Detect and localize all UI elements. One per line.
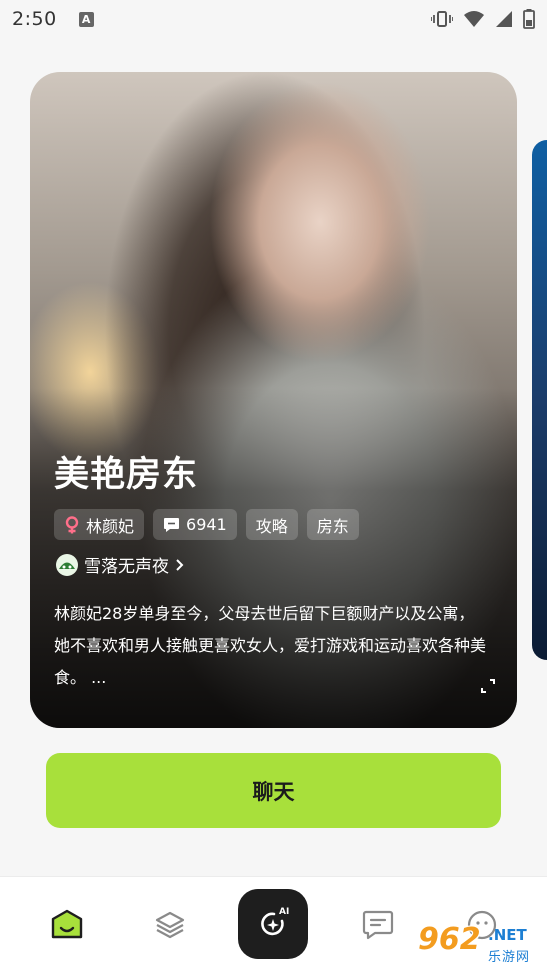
author-name: 雪落无声夜 [84, 557, 169, 577]
chat-button[interactable]: 聊天 [46, 753, 501, 828]
tag-category[interactable]: 攻略 [245, 509, 298, 540]
tag-label: 房东 [316, 516, 349, 536]
watermark-number: 962 [418, 922, 481, 957]
nav-ai-create[interactable]: AI [238, 889, 308, 959]
tag-category[interactable]: 房东 [306, 509, 359, 540]
layers-icon [155, 911, 185, 939]
status-indicators [431, 9, 535, 29]
status-bar: 2:50 A [0, 0, 547, 38]
next-card-peek[interactable] [532, 140, 547, 660]
nav-home[interactable] [40, 877, 94, 972]
nav-messages[interactable] [350, 877, 406, 972]
character-description: 林颜妃28岁单身至今，父母去世后留下巨额财产以及公寓，她不喜欢和男人接触更喜欢女… [54, 604, 487, 687]
author-avatar [56, 553, 78, 576]
character-title: 美艳房东 [54, 455, 199, 495]
vibrate-icon [431, 11, 453, 27]
tag-label: 林颜妃 [86, 516, 135, 536]
ai-badge: AI [279, 907, 290, 917]
character-card[interactable]: 美艳房东 林颜妃 6941 攻略 房东 雪落无声夜 林颜妃28岁单身至今，父母去… [30, 72, 517, 728]
tag-character-name[interactable]: 林颜妃 [54, 509, 145, 540]
nav-discover[interactable] [142, 877, 198, 972]
tag-list: 林颜妃 6941 攻略 房东 [54, 509, 359, 540]
app-notification-icon: A [78, 11, 94, 27]
tag-label: 攻略 [255, 516, 288, 536]
chevron-right-icon [176, 558, 184, 571]
tag-label: 6941 [186, 515, 227, 534]
home-face-icon [51, 909, 83, 939]
site-watermark: 962 .NET 乐游网 [410, 920, 545, 968]
battery-icon [523, 9, 535, 29]
watermark-site: 乐游网 [488, 950, 531, 965]
watermark-suffix: .NET [488, 926, 527, 944]
expand-icon[interactable] [480, 678, 496, 694]
author-link[interactable]: 雪落无声夜 [56, 552, 185, 577]
message-icon [362, 910, 394, 940]
signal-icon [496, 11, 512, 27]
wifi-icon [464, 11, 484, 27]
message-count-icon [164, 517, 180, 532]
author-avatar-icon [59, 562, 75, 569]
tag-chat-count[interactable]: 6941 [153, 509, 237, 540]
status-time: 2:50 [12, 8, 57, 30]
female-icon [65, 515, 79, 533]
